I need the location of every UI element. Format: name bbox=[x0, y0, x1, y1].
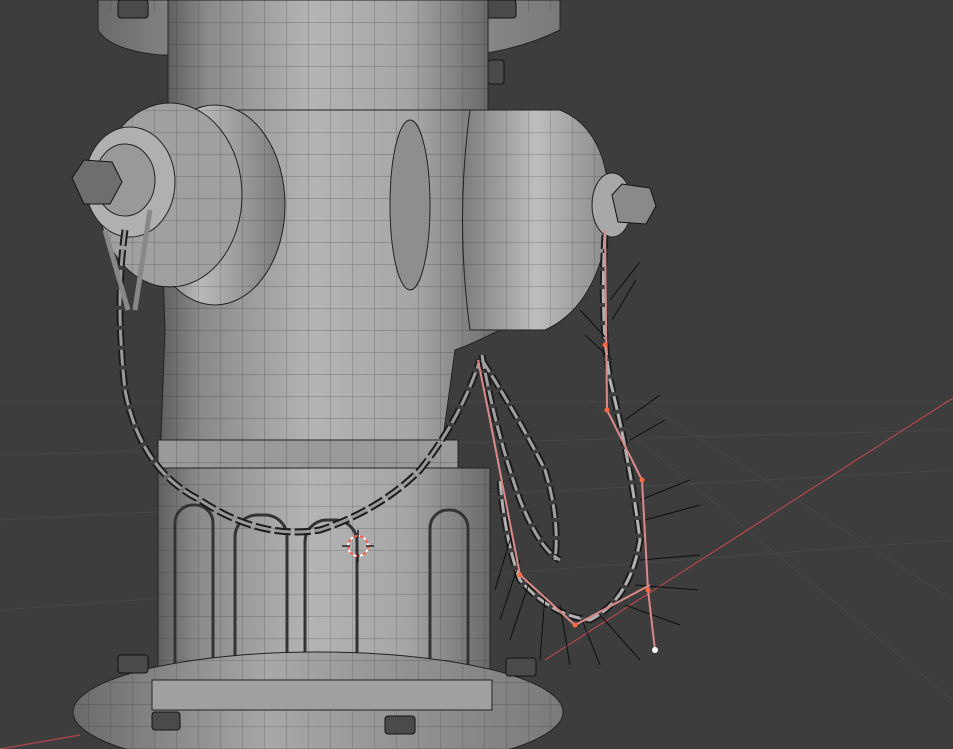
x-axis-line-left bbox=[0, 734, 81, 749]
middle-chain[interactable] bbox=[478, 354, 562, 564]
viewport-canvas[interactable] bbox=[0, 0, 953, 749]
3d-viewport[interactable] bbox=[0, 0, 953, 749]
nozzle-cap-nut-icon bbox=[611, 183, 657, 225]
left-nozzle[interactable] bbox=[71, 102, 286, 306]
guide-vertices[interactable] bbox=[517, 342, 659, 654]
x-axis-line bbox=[544, 397, 953, 661]
